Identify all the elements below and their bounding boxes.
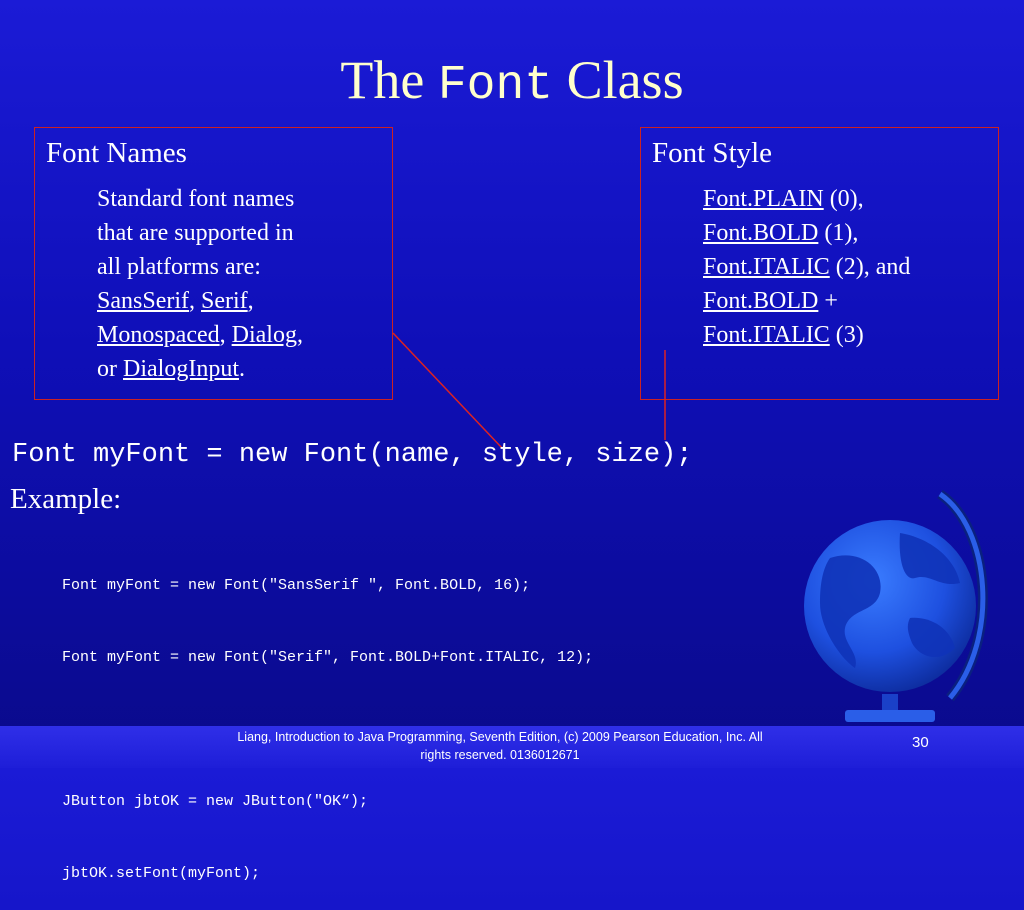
code-line: jbtOK.setFont(myFont); bbox=[62, 865, 261, 882]
example-code: Font myFont = new Font("SansSerif ", Fon… bbox=[62, 526, 593, 910]
example-label: Example: bbox=[10, 483, 122, 515]
footer-line: rights reserved. 0136012671 bbox=[420, 748, 580, 762]
footer-copyright: Liang, Introduction to Java Programming,… bbox=[190, 728, 810, 764]
page-number: 30 bbox=[912, 734, 929, 751]
constructor-code: Font myFont = new Font(name, style, size… bbox=[12, 440, 693, 470]
code-line: Font myFont = new Font("Serif", Font.BOL… bbox=[62, 649, 594, 666]
connector-line-names bbox=[392, 332, 503, 449]
code-line: JButton jbtOK = new JButton("OK“); bbox=[62, 793, 369, 810]
globe-icon bbox=[804, 489, 988, 722]
code-line: Font myFont = new Font("SansSerif ", Fon… bbox=[62, 577, 531, 594]
footer-line: Liang, Introduction to Java Programming,… bbox=[237, 730, 763, 744]
